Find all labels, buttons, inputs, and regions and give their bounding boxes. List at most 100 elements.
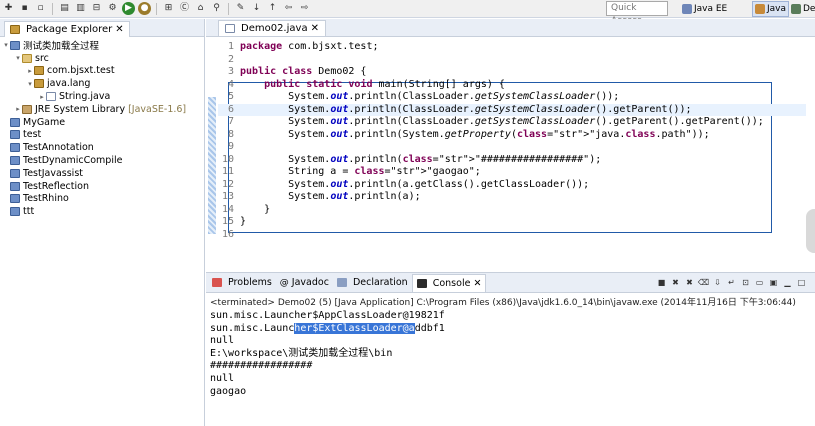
package-explorer-icon [10, 24, 20, 34]
code-line[interactable]: 4 public static void main(String[] args)… [218, 79, 806, 92]
tab-problems[interactable]: Problems [208, 274, 276, 292]
console-line: gaogao [210, 385, 247, 397]
quick-access-input[interactable]: Quick Access [606, 1, 668, 26]
project-icon [10, 143, 20, 153]
tree-item[interactable]: ▸ com.bjsxt.test [0, 65, 204, 78]
library-icon [22, 104, 32, 114]
search-icon[interactable]: ⚲ [210, 2, 223, 15]
collapse-arrow-icon[interactable]: ▸ [26, 67, 34, 75]
code-line[interactable]: 7 System.out.println(ClassLoader.getSyst… [218, 116, 806, 129]
line-number: 4 [227, 78, 234, 90]
scroll-handle[interactable] [806, 209, 815, 253]
collapse-arrow-icon[interactable]: ▸ [14, 105, 22, 113]
tree-item[interactable]: MyGame [0, 116, 204, 129]
tree-item[interactable]: TestDynamicCompile [0, 154, 204, 167]
open-console-icon[interactable]: ▣ [768, 277, 779, 288]
tree-item[interactable]: TestRhino [0, 193, 204, 206]
annotation-prev-icon[interactable]: ↑ [266, 2, 279, 15]
tree-item[interactable]: ▸ JRE System Library [JavaSE-1.6] [0, 103, 204, 116]
editor-tab-demo02[interactable]: Demo02.java ✕ [218, 20, 326, 36]
collapse-arrow-icon[interactable]: ▸ [38, 93, 46, 101]
display-console-icon[interactable]: ▭ [754, 277, 765, 288]
code-line[interactable]: 16 [218, 229, 806, 242]
editor-tab-label: Demo02.java [241, 23, 308, 34]
new-class-icon[interactable]: Ⓒ [178, 2, 191, 15]
code-line[interactable]: 1 package com.bjsxt.test; [218, 41, 806, 54]
pin-console-icon[interactable]: ⊡ [740, 277, 751, 288]
code-line[interactable]: 3 public class Demo02 { [218, 66, 806, 79]
annotation-next-icon[interactable]: ↓ [250, 2, 263, 15]
code-line[interactable]: 14 } [218, 204, 806, 217]
maximize-icon[interactable]: □ [796, 277, 807, 288]
database-icon[interactable]: ⊟ [90, 2, 103, 15]
tree-item[interactable]: TestJavassist [0, 167, 204, 180]
tree-item[interactable]: ttt [0, 205, 204, 218]
minimize-icon[interactable]: ▁ [782, 277, 793, 288]
run-icon[interactable]: ▶ [122, 2, 135, 15]
tree-item[interactable]: TestReflection [0, 180, 204, 193]
close-icon[interactable]: ✕ [311, 23, 319, 34]
tab-javadoc[interactable]: @ Javadoc [276, 274, 333, 292]
perspective-label: Java [767, 4, 787, 14]
save-all-icon[interactable]: ▫ [34, 2, 47, 15]
tree-item[interactable]: ▾ 测试类加载全过程 [0, 39, 204, 52]
perspective-java-ee[interactable]: Java EE [682, 1, 727, 17]
toggle-mark-icon[interactable]: ✎ [234, 2, 247, 15]
remove-launch-icon[interactable]: ✖ [670, 277, 681, 288]
expand-arrow-icon[interactable]: ▾ [26, 80, 34, 88]
close-icon[interactable]: ✕ [473, 278, 481, 289]
package-explorer-tab[interactable]: Package Explorer ✕ [4, 20, 130, 37]
overview-ruler [206, 39, 218, 271]
code-line[interactable]: 11 String a = class="str">"gaogao"; [218, 166, 806, 179]
code-line[interactable]: 15} [218, 216, 806, 229]
line-number: 7 [227, 116, 234, 127]
code-text: System.out.println(ClassLoader.getSystem… [240, 91, 620, 102]
tree-item[interactable]: ▸ String.java [0, 90, 204, 103]
tree-item[interactable]: test [0, 129, 204, 142]
open-type-icon[interactable]: ⌂ [194, 2, 207, 15]
tree-item-label: TestDynamicCompile [23, 155, 123, 167]
code-line[interactable]: 6 System.out.println(ClassLoader.getSyst… [218, 103, 806, 116]
tree-item[interactable]: TestAnnotation [0, 141, 204, 154]
console-line: sun.misc.Launcher$ExtClassLoader@addbf1 [210, 322, 445, 334]
terminate-icon[interactable]: ■ [656, 277, 667, 288]
tab-declaration[interactable]: Declaration [333, 274, 412, 292]
perspective-java[interactable]: Java [752, 1, 790, 17]
debug-config-icon[interactable]: ⚙ [106, 2, 119, 15]
back-icon[interactable]: ⇦ [282, 2, 295, 15]
external-tools-icon[interactable]: ● [138, 2, 151, 15]
new-package-icon[interactable]: ⊞ [162, 2, 175, 15]
perspective-debug[interactable]: Deb [791, 1, 815, 17]
code-line[interactable]: 5 System.out.println(ClassLoader.getSyst… [218, 91, 806, 104]
console-panel: Problems @ Javadoc Declaration Console ✕… [206, 272, 815, 426]
code-line[interactable]: 2 [218, 54, 806, 67]
print-icon[interactable]: ▤ [58, 2, 71, 15]
tree-item[interactable]: ▾ java.lang [0, 77, 204, 90]
save-icon[interactable]: ▪ [18, 2, 31, 15]
code-area[interactable]: 1 package com.bjsxt.test; 2 3 public class D… [206, 39, 815, 271]
expand-arrow-icon[interactable]: ▾ [2, 41, 10, 49]
close-icon[interactable]: ✕ [115, 24, 123, 35]
code-line[interactable]: 13 System.out.println(a); [218, 191, 806, 204]
new-server-icon[interactable]: ▥ [74, 2, 87, 15]
tree-item-label: MyGame [23, 116, 66, 128]
word-wrap-icon[interactable]: ↵ [726, 277, 737, 288]
clear-console-icon[interactable]: ⌫ [698, 277, 709, 288]
tab-console[interactable]: Console ✕ [411, 273, 487, 292]
package-icon [34, 66, 44, 76]
scroll-lock-icon[interactable]: ⇩ [712, 277, 723, 288]
expand-arrow-icon[interactable]: ▾ [14, 54, 22, 62]
remove-all-icon[interactable]: ✖ [684, 277, 695, 288]
tab-label: Problems [228, 277, 272, 288]
code-line[interactable]: 9 [218, 141, 806, 154]
console-line: ################# [210, 360, 313, 372]
code-line[interactable]: 12 System.out.println(a.getClass().getCl… [218, 179, 806, 192]
code-line[interactable]: 10 System.out.println(class="str">"#####… [218, 154, 806, 167]
forward-icon[interactable]: ⇨ [298, 2, 311, 15]
console-output[interactable]: sun.misc.Launcher$AppClassLoader@19821f s… [206, 310, 815, 398]
line-number: 11 [221, 166, 234, 177]
editor-tab-bar: Demo02.java ✕ [206, 19, 815, 37]
new-icon[interactable]: ✚ [2, 2, 15, 15]
tree-item[interactable]: ▾ src [0, 52, 204, 65]
code-line[interactable]: 8 System.out.println(System.getProperty(… [218, 129, 806, 142]
